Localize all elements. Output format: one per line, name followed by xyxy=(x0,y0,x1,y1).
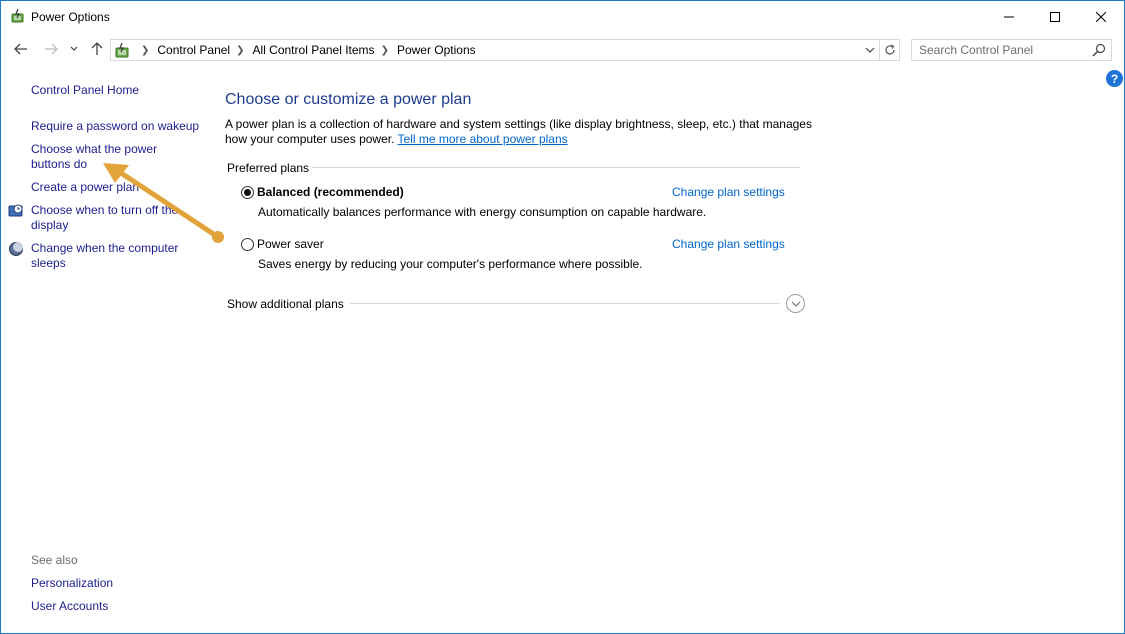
navigation-bar: ❯ Control Panel ❯ All Control Panel Item… xyxy=(1,35,1124,65)
personalization-link[interactable]: Personalization xyxy=(31,576,201,591)
forward-button[interactable] xyxy=(41,39,61,59)
plan-name[interactable]: Balanced (recommended) xyxy=(257,185,404,199)
breadcrumb-all-items[interactable]: All Control Panel Items xyxy=(253,43,375,57)
breadcrumb-chevron-icon[interactable]: ❯ xyxy=(381,45,389,56)
help-button[interactable]: ? xyxy=(1106,70,1123,87)
up-button[interactable] xyxy=(87,39,107,59)
balanced-radio[interactable] xyxy=(241,186,254,199)
breadcrumb-control-panel[interactable]: Control Panel xyxy=(157,43,230,57)
plan-name[interactable]: Power saver xyxy=(257,237,324,251)
breadcrumb: ❯ Control Panel ❯ All Control Panel Item… xyxy=(135,43,476,57)
maximize-icon xyxy=(1050,11,1060,22)
preferred-plans-divider xyxy=(312,167,800,168)
search-input[interactable] xyxy=(912,40,1087,60)
chevron-down-icon xyxy=(70,46,78,51)
chevron-down-icon xyxy=(865,47,875,53)
arrow-right-icon xyxy=(45,43,58,55)
close-button[interactable] xyxy=(1078,1,1124,32)
plan-description: Saves energy by reducing your computer's… xyxy=(258,257,643,271)
plan-description: Automatically balances performance with … xyxy=(258,205,707,219)
minimize-button[interactable] xyxy=(986,1,1032,32)
address-bar[interactable]: ❯ Control Panel ❯ All Control Panel Item… xyxy=(110,39,900,61)
close-icon xyxy=(1096,11,1106,22)
arrow-left-icon xyxy=(14,43,27,55)
page-description: A power plan is a collection of hardware… xyxy=(225,117,825,147)
recent-locations-button[interactable] xyxy=(67,39,81,59)
display-clock-icon xyxy=(8,204,23,217)
maximize-button[interactable] xyxy=(1032,1,1078,32)
change-plan-settings-link[interactable]: Change plan settings xyxy=(672,185,785,199)
see-also-label: See also xyxy=(31,553,78,567)
user-accounts-link[interactable]: User Accounts xyxy=(31,599,201,614)
control-panel-home-link[interactable]: Control Panel Home xyxy=(31,83,201,98)
refresh-icon xyxy=(884,44,895,55)
arrow-up-icon xyxy=(91,42,103,55)
annotation-arrow-icon xyxy=(103,163,224,243)
page-title: Choose or customize a power plan xyxy=(225,91,472,108)
power-saver-radio[interactable] xyxy=(241,238,254,251)
title-bar: Power Options xyxy=(1,1,1124,32)
search-icon[interactable] xyxy=(1092,43,1106,57)
power-options-window: Power Options ❯ Control Panel ❯ All Cont… xyxy=(0,0,1125,634)
chevron-down-icon xyxy=(791,301,800,307)
power-options-icon xyxy=(11,8,24,23)
preferred-plans-label: Preferred plans xyxy=(227,161,310,175)
address-dropdown-button[interactable] xyxy=(861,40,879,60)
breadcrumb-chevron-icon: ❯ xyxy=(141,44,150,56)
additional-plans-divider xyxy=(350,303,780,304)
show-additional-plans-label[interactable]: Show additional plans xyxy=(227,297,344,311)
breadcrumb-chevron-icon[interactable]: ❯ xyxy=(236,45,244,56)
expand-additional-plans-button[interactable] xyxy=(786,294,805,313)
tell-me-more-link[interactable]: Tell me more about power plans xyxy=(398,132,568,146)
back-button[interactable] xyxy=(11,39,31,59)
left-pane: Control Panel Home Require a password on… xyxy=(1,65,211,633)
change-plan-settings-link[interactable]: Change plan settings xyxy=(672,237,785,251)
breadcrumb-power-options[interactable]: Power Options xyxy=(397,43,476,57)
require-password-link[interactable]: Require a password on wakeup xyxy=(31,119,201,134)
search-box xyxy=(911,39,1112,61)
control-panel-icon xyxy=(115,42,129,58)
refresh-button[interactable] xyxy=(879,40,899,60)
sleep-moon-icon xyxy=(9,242,23,256)
minimize-icon xyxy=(1004,16,1014,17)
window-title: Power Options xyxy=(31,10,110,24)
